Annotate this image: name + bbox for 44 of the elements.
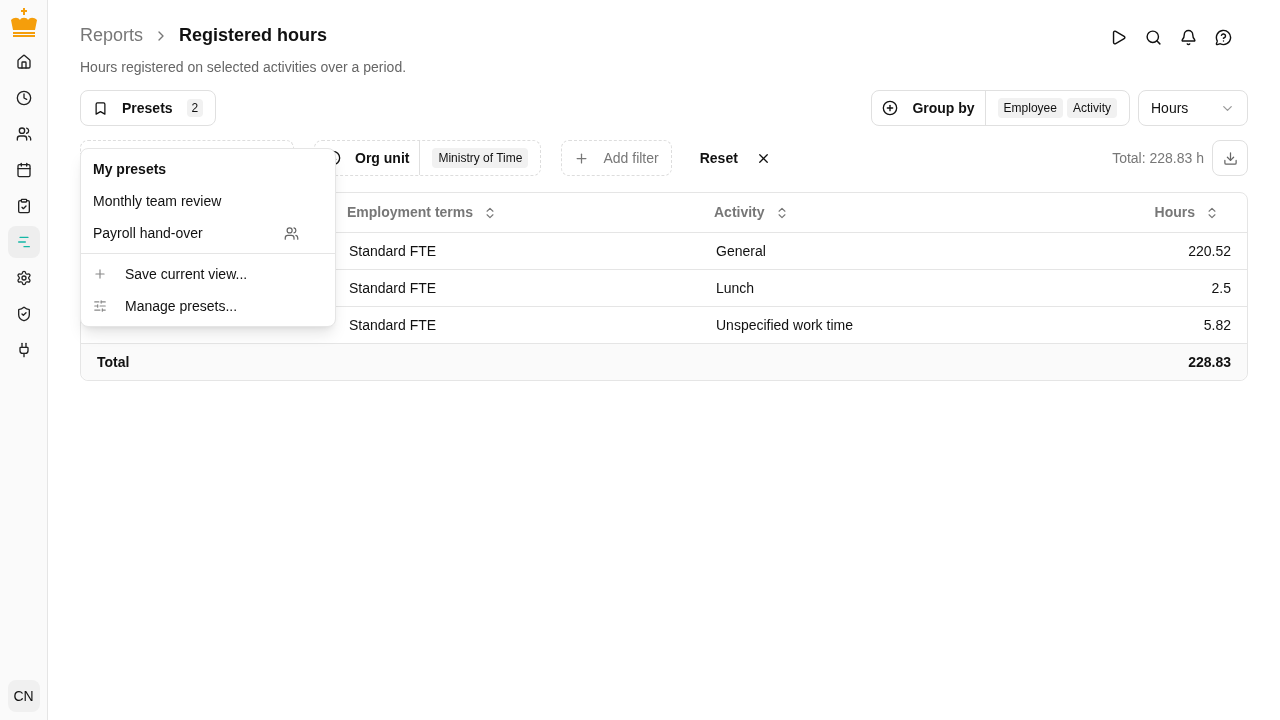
- group-chip: Activity: [1067, 98, 1117, 118]
- group-chip: Employee: [997, 98, 1063, 118]
- help-icon[interactable]: [1215, 29, 1232, 46]
- page-subtitle: Hours registered on selected activities over a period.: [80, 58, 408, 77]
- table-cell-text: Standard FTE: [348, 278, 438, 298]
- plus-circle-icon: [882, 100, 899, 116]
- column-header[interactable]: Activity: [698, 202, 1155, 223]
- group-by-control[interactable]: Group by Employee Activity: [871, 90, 1130, 126]
- filter-value: Ministry of Time: [432, 148, 529, 168]
- menu-action[interactable]: Manage presets...: [81, 290, 335, 322]
- search-icon[interactable]: [1145, 29, 1162, 46]
- reset-button[interactable]: Reset: [691, 140, 779, 176]
- plus-icon: [574, 150, 590, 166]
- table-cell-text: 2.5: [1211, 278, 1232, 298]
- table-cell-text: Standard FTE: [348, 315, 438, 335]
- sliders-icon: [93, 299, 107, 313]
- column-header[interactable]: Hours: [1154, 202, 1247, 223]
- users-icon: [284, 225, 299, 241]
- page-title: Registered hours: [179, 24, 328, 47]
- menu-heading: My presets: [93, 159, 167, 179]
- group-by-label: Group by: [912, 98, 975, 118]
- table-cell-text: Lunch: [715, 278, 756, 298]
- add-filter-button[interactable]: Add filter: [561, 140, 672, 176]
- play-icon[interactable]: [1110, 29, 1127, 46]
- table-cell-text: Unspecified work time: [715, 315, 854, 335]
- table-cell-text: General: [715, 241, 767, 261]
- presets-button[interactable]: Presets 2: [80, 90, 217, 126]
- table-cell-text: Standard FTE: [348, 241, 438, 261]
- total-value: 228.83: [1188, 352, 1231, 372]
- measure-select[interactable]: Hours: [1138, 90, 1248, 126]
- count-badge: 2: [186, 99, 204, 117]
- download-button[interactable]: [1212, 140, 1248, 176]
- total-hours: Total: 228.83 h: [1112, 148, 1204, 168]
- total-label: Total: [97, 352, 130, 372]
- table-cell-text: 5.82: [1203, 315, 1232, 335]
- menu-action[interactable]: Save current view...: [81, 258, 335, 290]
- download-icon: [1222, 150, 1238, 166]
- bookmark-icon: [93, 100, 108, 116]
- bell-icon[interactable]: [1180, 29, 1197, 46]
- breadcrumb-link[interactable]: Reports: [80, 22, 144, 49]
- user-avatar[interactable]: CN: [7, 680, 40, 712]
- table-cell-text: 220.52: [1188, 241, 1232, 261]
- plus-icon: [93, 267, 107, 281]
- filter-label: Org unit: [355, 148, 410, 168]
